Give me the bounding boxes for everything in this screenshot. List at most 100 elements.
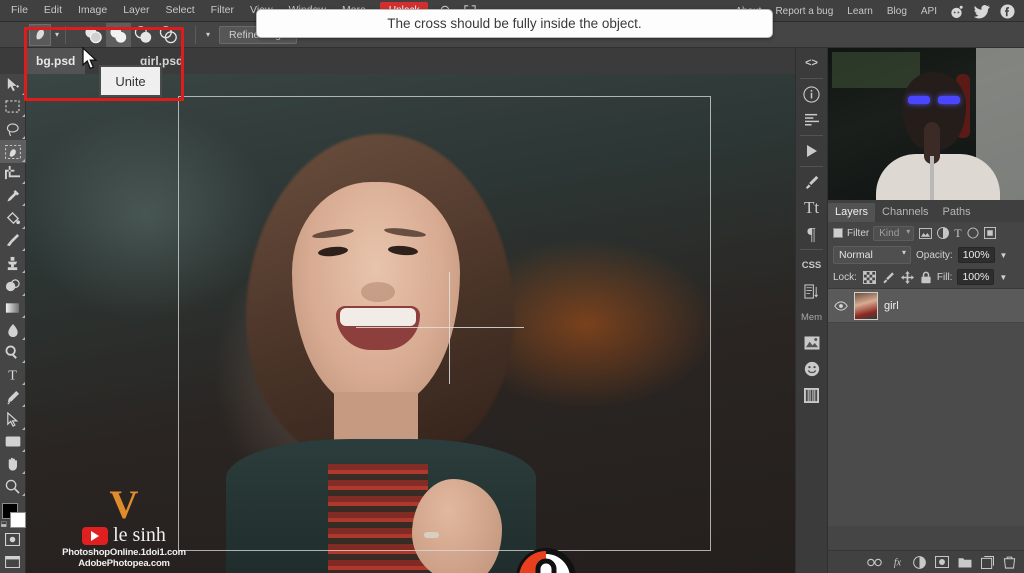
actions-play-icon[interactable] bbox=[795, 138, 828, 164]
image-filter-icon[interactable] bbox=[919, 227, 933, 239]
menu-filter[interactable]: Filter bbox=[203, 0, 242, 21]
sidebar-item-pen-tool[interactable] bbox=[0, 386, 26, 408]
histogram-icon[interactable] bbox=[795, 107, 828, 133]
brush-presets-icon[interactable] bbox=[795, 169, 828, 195]
sidebar-item-move-tool[interactable] bbox=[0, 74, 26, 96]
tab-paths[interactable]: Paths bbox=[936, 203, 978, 222]
sidebar-item-zoom-tool[interactable] bbox=[0, 475, 26, 497]
sidebar-item-gradient-tool[interactable] bbox=[0, 297, 26, 319]
notes-icon[interactable] bbox=[795, 278, 828, 304]
boolean-mode-group[interactable] bbox=[81, 22, 181, 47]
tool-preset-caret-icon[interactable]: ▾ bbox=[55, 30, 59, 39]
emoji-icon[interactable] bbox=[795, 356, 828, 382]
options-caret-icon[interactable]: ▾ bbox=[206, 30, 210, 39]
layer-style-fx-icon[interactable]: fx bbox=[891, 556, 904, 568]
sidebar-item-clone-stamp-tool[interactable] bbox=[0, 252, 26, 274]
filter-kind-select[interactable]: Kind bbox=[873, 225, 915, 241]
info-icon[interactable] bbox=[795, 81, 828, 107]
facebook-icon[interactable] bbox=[1000, 3, 1015, 19]
new-group-icon[interactable] bbox=[958, 556, 972, 568]
type-filter-icon[interactable]: T bbox=[954, 226, 961, 241]
link-layers-icon[interactable] bbox=[867, 558, 882, 567]
sidebar-item-crop-tool[interactable] bbox=[0, 163, 26, 185]
menu-select[interactable]: Select bbox=[157, 0, 202, 21]
adjustment-filter-icon[interactable] bbox=[937, 227, 950, 239]
tab-layers[interactable]: Layers bbox=[828, 203, 876, 222]
color-swatches[interactable]: ⬓ bbox=[0, 501, 26, 529]
menu-blog[interactable]: Blog bbox=[880, 1, 914, 22]
tab-bg-psd[interactable]: bg.psd bbox=[26, 48, 86, 74]
lock-pixels-icon[interactable] bbox=[882, 271, 895, 284]
layer-name[interactable]: girl bbox=[884, 300, 899, 312]
image-icon[interactable] bbox=[795, 330, 828, 356]
menu-report-a-bug[interactable]: Report a bug bbox=[768, 1, 840, 22]
lock-row[interactable]: Lock: Fill: 100% ▼ bbox=[828, 266, 1024, 288]
document-image[interactable]: · · · · · bbox=[26, 74, 795, 573]
memory-label[interactable]: Mem bbox=[795, 304, 828, 330]
code-icon[interactable]: <> bbox=[795, 50, 828, 76]
opacity-value[interactable]: 100% bbox=[957, 247, 995, 263]
reddit-icon[interactable] bbox=[949, 4, 964, 19]
sidebar-item-hand-tool[interactable] bbox=[0, 453, 26, 475]
sidebar-item-quick-mask[interactable] bbox=[0, 528, 26, 550]
layers-panel-tabs[interactable]: Layers Channels Paths bbox=[828, 200, 1024, 222]
layer-filter-row[interactable]: Filter Kind T bbox=[828, 222, 1024, 244]
tools-panel[interactable]: T ⬓ bbox=[0, 22, 26, 573]
layer-mask-icon[interactable] bbox=[935, 556, 949, 568]
new-layer-icon[interactable] bbox=[981, 555, 994, 569]
sidebar-item-paint-bucket-tool[interactable] bbox=[0, 207, 26, 229]
layers-panel-toolbar[interactable]: fx bbox=[828, 550, 1024, 573]
menu-learn[interactable]: Learn bbox=[840, 1, 880, 22]
menu-layer[interactable]: Layer bbox=[115, 0, 157, 21]
menu-file[interactable]: File bbox=[3, 0, 36, 21]
fill-value[interactable]: 100% bbox=[957, 269, 995, 285]
character-icon[interactable]: Tt bbox=[795, 195, 828, 221]
opacity-caret-icon[interactable]: ▼ bbox=[1000, 251, 1008, 260]
adjustment-layer-icon[interactable] bbox=[913, 555, 926, 569]
background-color-swatch[interactable] bbox=[9, 512, 26, 529]
eye-icon[interactable] bbox=[834, 300, 848, 311]
glyphs-icon[interactable] bbox=[795, 382, 828, 408]
sidebar-item-marquee-tool[interactable] bbox=[0, 96, 26, 118]
layer-thumbnail[interactable] bbox=[854, 291, 878, 320]
sidebar-item-screen-mode[interactable] bbox=[0, 551, 26, 573]
css-icon[interactable]: CSS bbox=[795, 252, 828, 278]
sidebar-item-object-select[interactable] bbox=[0, 140, 26, 163]
sidebar-item-blur-tool[interactable] bbox=[0, 319, 26, 341]
sidebar-item-eyedropper-tool[interactable] bbox=[0, 185, 26, 207]
sidebar-item-type-tool[interactable]: T bbox=[0, 364, 26, 386]
shape-filter-icon[interactable] bbox=[967, 227, 979, 239]
lock-all-icon[interactable] bbox=[920, 271, 932, 284]
sidebar-item-eraser-tool[interactable] bbox=[0, 274, 26, 296]
sidebar-item-path-select-tool[interactable] bbox=[0, 408, 26, 430]
default-colors-icon[interactable]: ⬓ bbox=[1, 520, 8, 528]
blend-mode-row[interactable]: Normal Opacity: 100% ▼ bbox=[828, 244, 1024, 266]
object-selection-tool-icon[interactable] bbox=[29, 23, 51, 46]
twitter-icon[interactable] bbox=[974, 4, 990, 19]
subtract-button[interactable] bbox=[131, 23, 156, 47]
layers-list[interactable]: girl bbox=[828, 288, 1024, 550]
sidebar-item-brush-tool[interactable] bbox=[0, 230, 26, 252]
menu-image[interactable]: Image bbox=[70, 0, 115, 21]
delete-layer-icon[interactable] bbox=[1003, 556, 1016, 569]
lock-position-icon[interactable] bbox=[900, 270, 914, 284]
tab-channels[interactable]: Channels bbox=[875, 203, 935, 222]
sidebar-item-shape-tool[interactable] bbox=[0, 431, 26, 453]
canvas-area[interactable]: · · · · · V le sinh PhotoshopOnline.1doi… bbox=[26, 74, 795, 573]
paragraph-icon[interactable]: ¶ bbox=[795, 221, 828, 247]
sidebar-item-dodge-tool[interactable] bbox=[0, 341, 26, 363]
sidebar-item-lasso-tool[interactable] bbox=[0, 118, 26, 140]
unite-button[interactable] bbox=[106, 22, 132, 47]
lock-transparency-icon[interactable] bbox=[862, 270, 876, 284]
blend-mode-select[interactable]: Normal bbox=[833, 246, 911, 264]
intersect-button[interactable] bbox=[156, 23, 181, 47]
fill-caret-icon[interactable]: ▼ bbox=[999, 273, 1007, 282]
nose bbox=[361, 282, 395, 302]
menu-api[interactable]: API bbox=[914, 1, 944, 22]
layer-row[interactable]: girl bbox=[828, 289, 1024, 323]
new-selection-button[interactable] bbox=[81, 23, 106, 47]
menu-edit[interactable]: Edit bbox=[36, 0, 70, 21]
smart-object-filter-icon[interactable] bbox=[983, 227, 996, 239]
right-rail[interactable]: <> Tt ¶ CSS Mem bbox=[795, 48, 828, 573]
filter-checkbox[interactable] bbox=[833, 228, 843, 238]
